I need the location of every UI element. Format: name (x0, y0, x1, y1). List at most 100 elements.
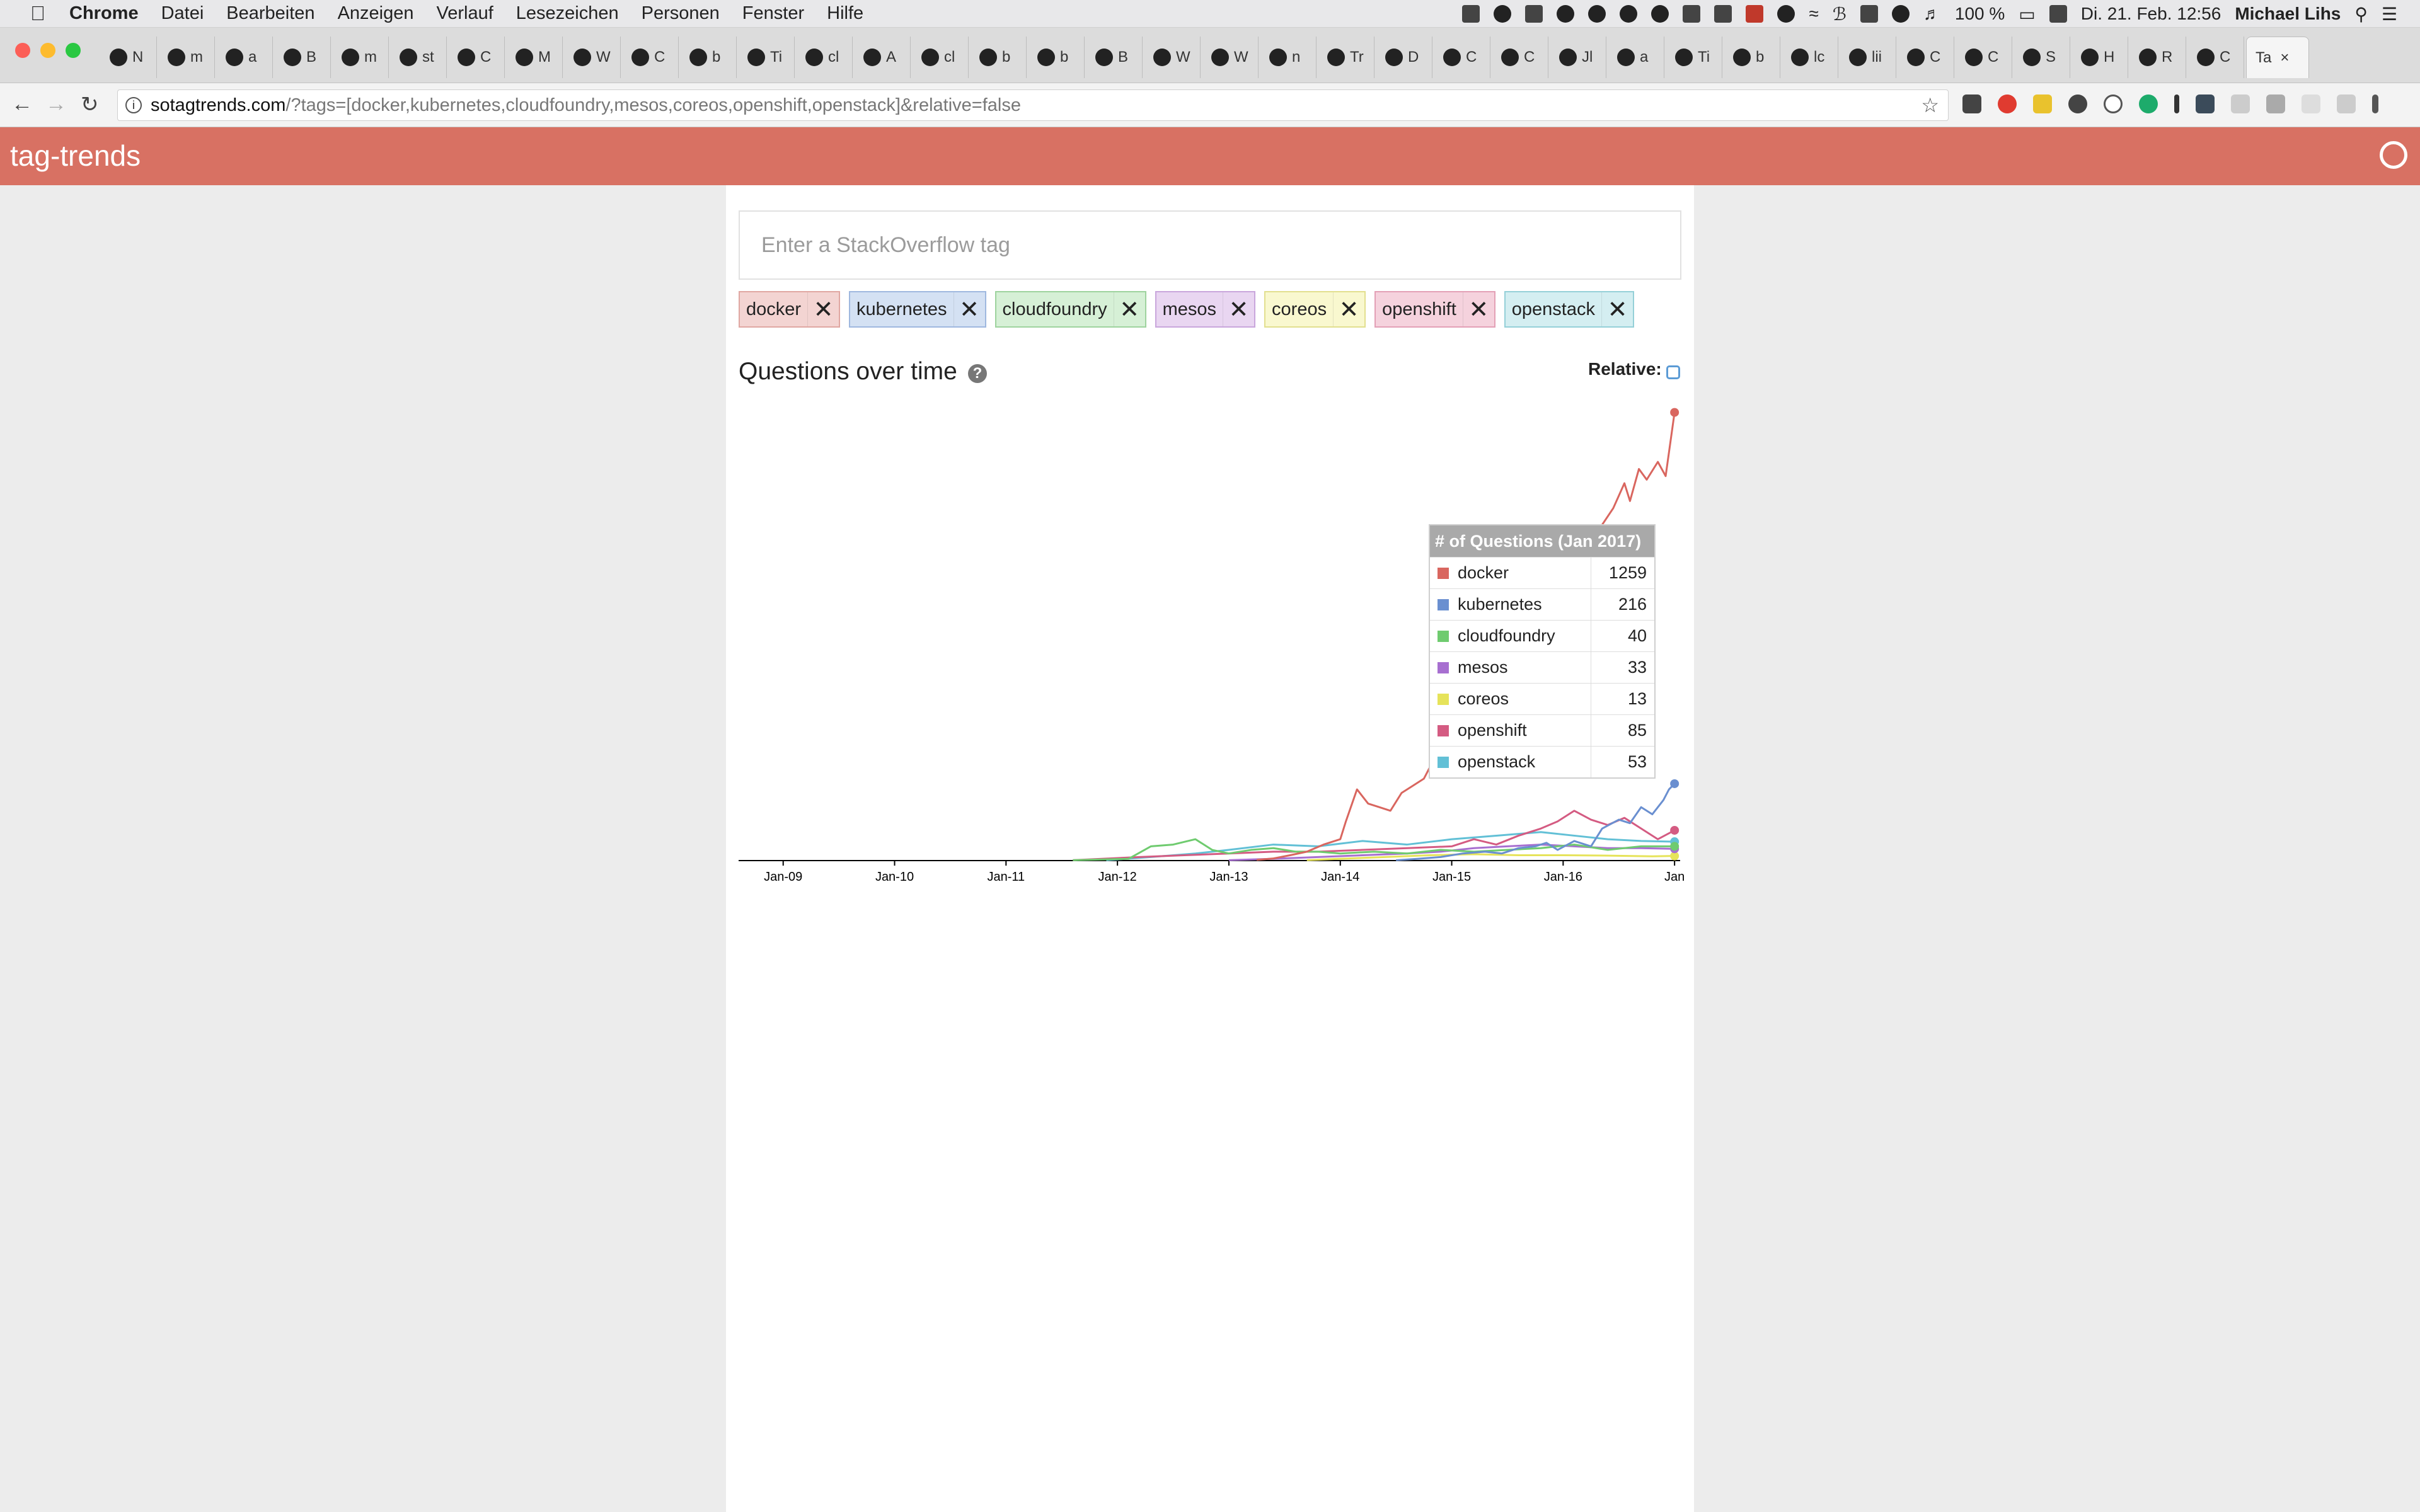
browser-tab[interactable]: C (1898, 37, 1954, 78)
dropbox-icon[interactable] (1525, 5, 1543, 23)
forward-arrow-icon[interactable]: → (45, 92, 67, 117)
browser-tab[interactable]: Jl (1550, 37, 1606, 78)
extension-opera-icon[interactable] (1998, 94, 2017, 113)
browser-tab[interactable]: A (855, 37, 911, 78)
wifi-icon[interactable]: ≈ (1809, 4, 1818, 24)
browser-tab[interactable]: C (2188, 37, 2244, 78)
extension-chrome-icon[interactable] (2068, 94, 2087, 113)
menu-datei[interactable]: Datei (161, 3, 204, 24)
extension-green-icon[interactable] (2139, 94, 2158, 113)
volume-icon[interactable]: ♬ (1923, 4, 1941, 24)
browser-tab[interactable]: cl (797, 37, 853, 78)
close-tab-icon[interactable]: × (2280, 49, 2289, 67)
browser-tab[interactable]: S (2014, 37, 2070, 78)
menu-lesezeichen[interactable]: Lesezeichen (516, 3, 619, 24)
bolt-icon[interactable] (1557, 5, 1575, 23)
menu-personen[interactable]: Personen (642, 3, 720, 24)
browser-tab[interactable]: M (507, 37, 563, 78)
browser-tab[interactable]: cl (913, 37, 969, 78)
chrome-menu-icon[interactable] (2372, 94, 2378, 113)
battery-icon[interactable]: ▭ (2019, 4, 2035, 25)
browser-tab[interactable]: n (1260, 37, 1317, 78)
grid-icon[interactable] (1714, 5, 1732, 23)
browser-tab[interactable]: lii (1840, 37, 1896, 78)
browser-tab[interactable]: W (565, 37, 621, 78)
back-arrow-icon[interactable]: ← (11, 92, 33, 117)
browser-tab[interactable]: Tr (1318, 37, 1374, 78)
extension-x-icon[interactable] (2196, 94, 2215, 113)
browser-tab[interactable]: b (1028, 37, 1085, 78)
browser-tab[interactable]: C (1434, 37, 1490, 78)
user-name[interactable]: Michael Lihs (2235, 4, 2341, 24)
site-info-icon[interactable]: i (125, 97, 142, 113)
tooltip-series-name: kubernetes (1458, 595, 1542, 614)
window-icon[interactable] (1683, 5, 1701, 23)
bookmark-star-icon[interactable]: ☆ (1921, 93, 1939, 117)
sync-icon[interactable] (1651, 5, 1669, 23)
browser-tab[interactable]: Ti (1666, 37, 1722, 78)
notification-center-icon[interactable]: ☰ (2382, 4, 2397, 25)
bluetooth-icon[interactable]: ℬ (1833, 4, 1847, 25)
browser-tab[interactable]: a (1608, 37, 1664, 78)
menu-app-chrome[interactable]: Chrome (69, 3, 139, 24)
minimize-window-button[interactable] (40, 43, 55, 58)
browser-tab[interactable]: C (1956, 37, 2012, 78)
menu-verlauf[interactable]: Verlauf (437, 3, 493, 24)
docker-status-icon[interactable] (1462, 5, 1480, 23)
tooltip-rows: docker 1259 kubernetes 216 cloudfoundry 40 mes… (1430, 557, 1654, 777)
reload-icon[interactable]: ↻ (81, 92, 99, 117)
extension-i-icon[interactable] (2174, 94, 2179, 113)
browser-tab[interactable]: R (2130, 37, 2186, 78)
browser-tab[interactable]: C (623, 37, 679, 78)
battery-text[interactable]: 100 % (1955, 4, 2005, 24)
close-window-button[interactable] (15, 43, 30, 58)
browser-tab[interactable]: a (217, 37, 273, 78)
info-icon[interactable] (1588, 5, 1606, 23)
spotlight-icon[interactable]: ⚲ (2354, 4, 2368, 25)
browser-tab[interactable]: C (449, 37, 505, 78)
apple-menu-icon[interactable]:  (25, 2, 50, 25)
browser-tab[interactable]: C (1492, 37, 1548, 78)
menu-fenster[interactable]: Fenster (742, 3, 804, 24)
extension-puzzle-icon[interactable] (2266, 94, 2285, 113)
brand-title[interactable]: tag-trends (10, 139, 141, 173)
calendar-icon[interactable] (2049, 5, 2067, 23)
browser-tab[interactable]: b (681, 37, 737, 78)
browser-tab[interactable]: b (971, 37, 1027, 78)
browser-tab[interactable]: N (101, 37, 157, 78)
browser-tab[interactable]: lc (1782, 37, 1838, 78)
clock[interactable]: Di. 21. Feb. 12:56 (2081, 4, 2221, 24)
eye-icon[interactable] (1777, 5, 1795, 23)
address-bar[interactable]: i sotagtrends.com/?tags=[docker,kubernet… (117, 89, 1949, 121)
browser-tab[interactable]: b (1724, 37, 1780, 78)
browser-tab[interactable]: m (333, 37, 389, 78)
browser-tab[interactable]: Ti (739, 37, 795, 78)
active-tab[interactable]: Ta × (2246, 37, 2309, 78)
menu-hilfe[interactable]: Hilfe (827, 3, 863, 24)
browser-tab[interactable]: B (275, 37, 331, 78)
browser-tab[interactable]: m (159, 37, 215, 78)
extension-star-icon[interactable] (2033, 94, 2052, 113)
menu-anzeigen[interactable]: Anzeigen (338, 3, 414, 24)
cloud-icon[interactable] (1620, 5, 1638, 23)
tab-favicon-icon (2081, 49, 2099, 66)
browser-tab[interactable]: W (1144, 37, 1201, 78)
extension-info-icon[interactable] (2104, 94, 2123, 113)
browser-tab[interactable]: B (1086, 37, 1143, 78)
browser-tab[interactable]: W (1202, 37, 1259, 78)
extension-pen-icon[interactable] (2231, 94, 2250, 113)
zoom-window-button[interactable] (66, 43, 81, 58)
browser-tab[interactable]: H (2072, 37, 2128, 78)
mail-icon[interactable] (1746, 5, 1764, 23)
status-app-icon[interactable] (1494, 5, 1512, 23)
extension-blank-icon[interactable] (2302, 94, 2320, 113)
browser-tab[interactable]: D (1376, 37, 1432, 78)
time-machine-icon[interactable] (1891, 5, 1910, 23)
extension-jb-icon[interactable] (1962, 94, 1981, 113)
tab-favicon-icon (1501, 49, 1519, 66)
menu-bearbeiten[interactable]: Bearbeiten (226, 3, 314, 24)
browser-tab[interactable]: st (391, 37, 447, 78)
extension-slash-icon[interactable] (2337, 94, 2356, 113)
lock-icon[interactable] (1860, 5, 1878, 23)
github-icon[interactable] (2380, 141, 2407, 169)
